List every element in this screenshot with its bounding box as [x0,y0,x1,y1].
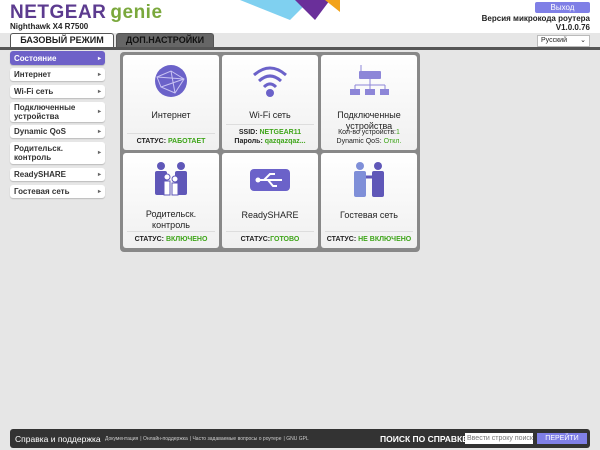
sidebar-item-qos[interactable]: Dynamic QoS ▸ [10,125,105,138]
family-icon [155,162,187,196]
tile-internet[interactable]: Интернет СТАТУС: РАБОТАЕТ [123,55,219,150]
sidebar-item-label: Состояние [14,53,57,63]
arrow-icon: ▸ [97,108,101,115]
tile-title: ReadySHARE [241,210,299,220]
logout-button[interactable]: Выход [535,2,590,13]
firmware-label: Версия микрокода роутера [481,14,590,23]
footer: Справка и поддержка Документация | Онлайн… [10,429,590,448]
arrow-icon: ▸ [97,129,101,135]
arrow-icon: ▸ [97,89,101,95]
arrow-icon: ▸ [97,149,101,156]
tile-title: Родительск. контроль [145,209,197,230]
dashboard: Интернет СТАТУС: РАБОТАЕТ Wi-Fi сеть SSI… [120,52,420,252]
tile-parental[interactable]: Родительск. контроль СТАТУС: ВКЛЮЧЕНО [123,153,219,248]
sidebar-item-label: ReadySHARE [14,170,67,179]
language-select[interactable]: Русский ⌄ [537,35,590,47]
sidebar-item-internet[interactable]: Интернет ▸ [10,68,105,81]
arrow-icon: ▸ [97,172,101,178]
sidebar-item-label: Гостевая сеть [14,187,70,196]
tile-status: СТАТУС:ГОТОВО [226,231,314,244]
router-model: Nighthawk X4 R7500 [10,22,89,31]
sidebar-item-parental[interactable]: Родительск. контроль ▸ [10,142,105,164]
netgear-genie-logo: NETGEAR genie [10,2,163,23]
globe-icon [155,65,187,97]
sidebar-item-label: Подключенные устройства [14,103,76,121]
tab-divider [0,47,600,50]
sidebar-item-label: Wi-Fi сеть [14,87,54,96]
sidebar-item-wifi[interactable]: Wi-Fi сеть ▸ [10,85,105,98]
link-docs[interactable]: Документация [105,436,138,442]
usb-icon [250,169,290,191]
sidebar-item-readyshare[interactable]: ReadySHARE ▸ [10,168,105,181]
tile-status: Кол-во устройств:1 Dynamic QoS: Откл. [336,129,402,145]
arrow-icon: ▸ [97,72,101,78]
arrow-icon: ▸ [97,189,101,195]
tile-devices[interactable]: Подключенные устройства Кол-во устройств… [321,55,417,150]
help-title: Справка и поддержка [15,434,101,444]
tile-title: Wi-Fi сеть [249,110,291,120]
sidebar-item-devices[interactable]: Подключенные устройства ▸ [10,102,105,122]
tile-status: СТАТУС: РАБОТАЕТ [127,133,215,146]
search-label: ПОИСК ПО СПРАВКЕ [380,434,468,444]
arrow-icon: ▸ [97,55,101,62]
handshake-icon [354,162,384,197]
wifi-icon [253,66,287,97]
link-faq[interactable]: Часто задаваемые вопросы о роутере [192,436,281,442]
chevron-down-icon: ⌄ [580,37,586,44]
tile-status: SSID: NETGEAR11 Пароль: qazqazqaz... [226,124,314,146]
decorative-banner [240,0,340,20]
tile-guest[interactable]: Гостевая сеть СТАТУС: НЕ ВКЛЮЧЕНО [321,153,417,248]
link-gpl[interactable]: GNU GPL [286,436,309,442]
tile-status: СТАТУС: НЕ ВКЛЮЧЕНО [325,231,413,244]
tile-status: СТАТУС: ВКЛЮЧЕНО [127,231,215,244]
tile-wifi[interactable]: Wi-Fi сеть SSID: NETGEAR11 Пароль: qazqaz… [222,55,318,150]
tile-title: Интернет [151,110,191,120]
help-links: Документация | Онлайн-поддержка | Часто за… [105,436,309,442]
help-search-input[interactable] [465,433,533,444]
sidebar-item-label: Интернет [14,70,51,79]
tab-basic[interactable]: БАЗОВЫЙ РЕЖИМ [10,33,114,47]
sidebar-item-label: Родительск. контроль [14,144,63,162]
link-online-support[interactable]: Онлайн-поддержка [143,436,188,442]
tile-title: Гостевая сеть [340,210,398,220]
sidebar-item-status[interactable]: Состояние ▸ [10,51,105,65]
header: NETGEAR genie Nighthawk X4 R7500 Выход Ве… [0,0,600,33]
sidebar-item-label: Dynamic QoS [14,127,67,136]
search-go-button[interactable]: ПЕРЕЙТИ [537,433,587,444]
tab-advanced[interactable]: ДОП.НАСТРОЙКИ [116,33,214,47]
sidebar-item-guest[interactable]: Гостевая сеть ▸ [10,185,105,198]
firmware-version: V1.0.0.76 [555,23,590,32]
tile-readyshare[interactable]: ReadySHARE СТАТУС:ГОТОВО [222,153,318,248]
network-devices-icon [350,65,389,95]
